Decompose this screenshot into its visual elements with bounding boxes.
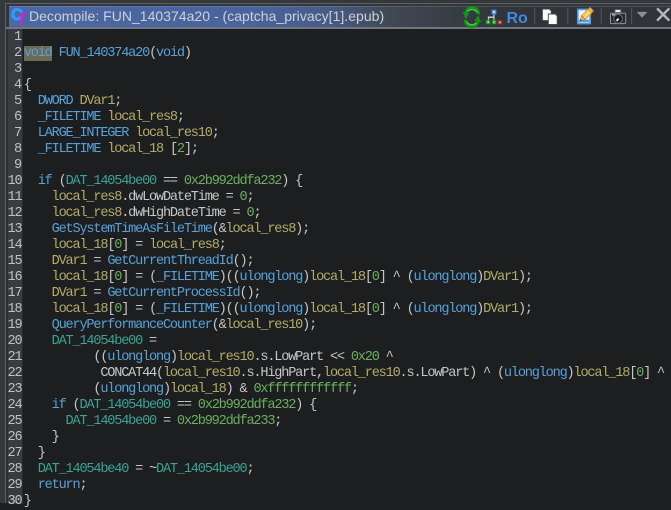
svg-text:Ro: Ro [507,10,529,27]
svg-text:f: f [20,10,26,25]
